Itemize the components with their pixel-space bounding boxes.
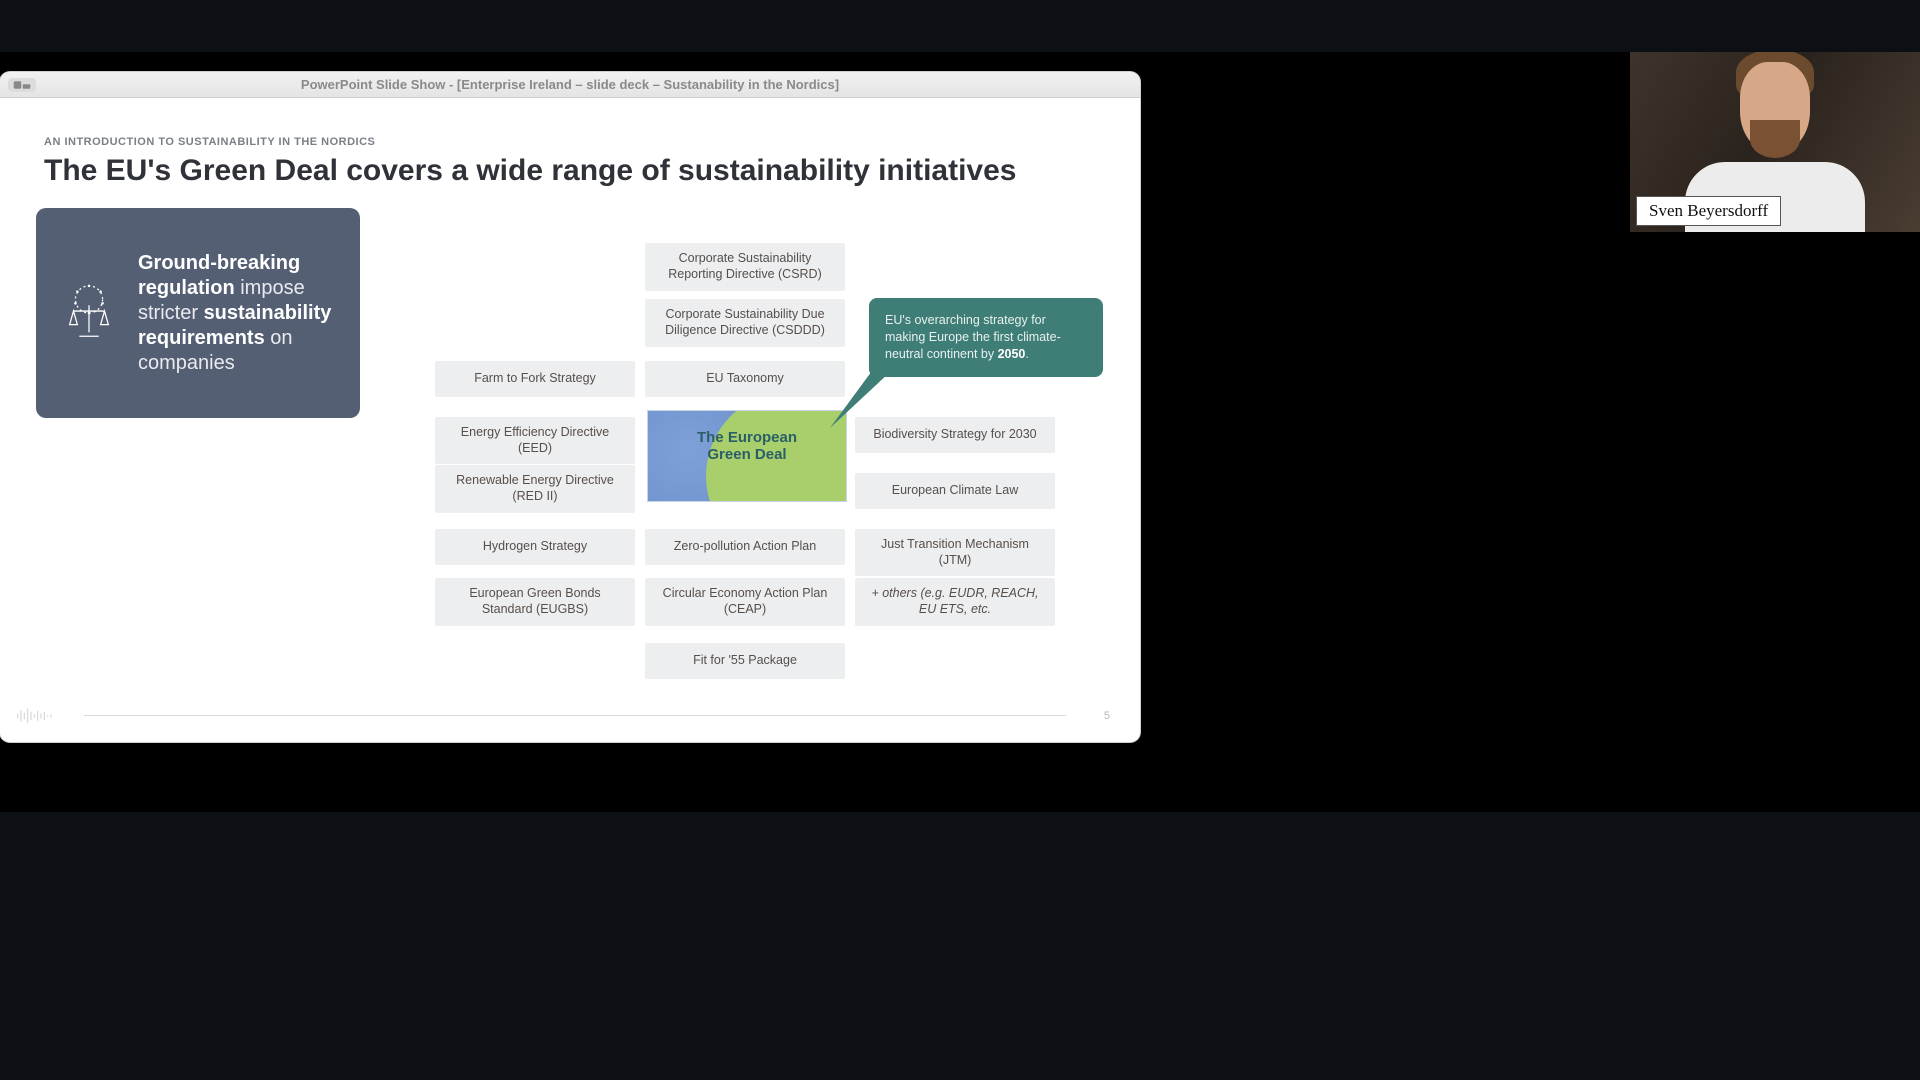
hero-card: Ground-breaking regulation impose strict… [36,208,360,418]
scales-stars-icon [58,282,120,344]
item-jtm: Just Transition Mechanism (JTM) [855,529,1055,576]
item-climate-law: European Climate Law [855,473,1055,509]
green-deal-label: The European Green Deal [648,429,846,464]
item-farm-fork: Farm to Fork Strategy [435,361,635,397]
item-red2: Renewable Energy Directive (RED II) [435,465,635,513]
callout-pointer-icon [820,356,900,436]
slide-headline: The EU's Green Deal covers a wide range … [44,154,1016,188]
green-deal-tile: The European Green Deal [647,410,847,502]
item-others: + others (e.g. EUDR, REACH, EU ETS, etc. [855,578,1055,626]
item-fit55: Fit for '55 Package [645,643,845,679]
letterbox-bottom [0,812,1920,1080]
slide-eyebrow: AN INTRODUCTION TO SUSTAINABILITY IN THE… [44,136,375,148]
slide-canvas: AN INTRODUCTION TO SUSTAINABILITY IN THE… [0,98,1140,742]
callout-box: EU's overarching strategy for making Eur… [869,298,1103,377]
item-eed: Energy Efficiency Directive (EED) [435,417,635,464]
slide-footer-rule [84,715,1066,716]
item-hydrogen: Hydrogen Strategy [435,529,635,565]
video-stage: PowerPoint Slide Show - [Enterprise Irel… [0,52,1920,812]
letterbox-top [0,0,1920,52]
item-csrd: Corporate Sustainability Reporting Direc… [645,243,845,291]
item-zero-pollution: Zero-pollution Action Plan [645,529,845,565]
item-ceap: Circular Economy Action Plan (CEAP) [645,578,845,626]
item-csddd: Corporate Sustainability Due Diligence D… [645,299,845,347]
hero-text: Ground-breaking regulation impose strict… [138,251,338,376]
presentation-window: PowerPoint Slide Show - [Enterprise Irel… [0,72,1140,742]
audio-wave-icon [16,706,66,724]
callout-text-b: . [1025,347,1028,361]
callout-text-a: EU's overarching strategy for making Eur… [885,313,1061,361]
item-eu-taxonomy: EU Taxonomy [645,361,845,397]
webcam-tile[interactable]: Sven Beyersdorff [1630,52,1920,232]
window-titlebar: PowerPoint Slide Show - [Enterprise Irel… [0,72,1140,98]
callout-bold: 2050 [998,347,1026,361]
window-title: PowerPoint Slide Show - [Enterprise Irel… [0,77,1140,92]
item-eugbs: European Green Bonds Standard (EUGBS) [435,578,635,626]
speaker-name-tag: Sven Beyersdorff [1636,196,1781,226]
slide-page-number: 5 [1104,710,1110,722]
